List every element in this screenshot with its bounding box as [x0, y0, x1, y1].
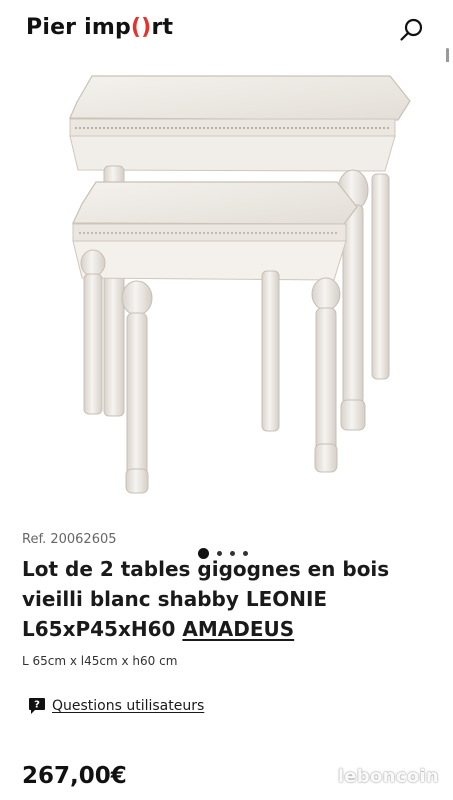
questions-label: Questions utilisateurs	[52, 698, 205, 714]
search-icon	[400, 18, 423, 41]
leboncoin-watermark: leboncoin	[337, 766, 439, 787]
product-reference: Ref. 20062605	[22, 532, 117, 547]
product-dimensions: L 65cm x l45cm x h60 cm	[22, 654, 178, 668]
product-page: Pier imp()rt Ref. 20062605 Lot de 2 tabl…	[0, 0, 453, 800]
product-price: 267,00€	[22, 763, 127, 789]
question-bubble-icon: ?	[29, 698, 45, 714]
top-header: Pier imp()rt	[0, 0, 453, 62]
logo-right-text: rt	[151, 15, 174, 40]
questions-link[interactable]: ? Questions utilisateurs	[28, 697, 204, 715]
brand-link[interactable]: AMADEUS	[182, 617, 294, 641]
small-left-front-leg	[121, 280, 153, 494]
product-title: Lot de 2 tables gigognes en bois vieilli…	[22, 554, 432, 644]
cut-off-text-line	[22, 793, 242, 799]
nesting-tables-image	[69, 75, 411, 494]
small-right-front-leg	[311, 277, 341, 473]
logo-accent-text: ()	[130, 15, 152, 40]
svg-text:?: ?	[34, 700, 40, 711]
brand-logo[interactable]: Pier imp()rt	[26, 15, 173, 40]
small-right-back-leg	[261, 270, 280, 432]
logo-left-text: Pier imp	[26, 15, 131, 40]
large-right-back-leg	[371, 173, 390, 380]
search-button[interactable]	[397, 16, 427, 46]
product-image-gallery[interactable]	[0, 62, 453, 559]
